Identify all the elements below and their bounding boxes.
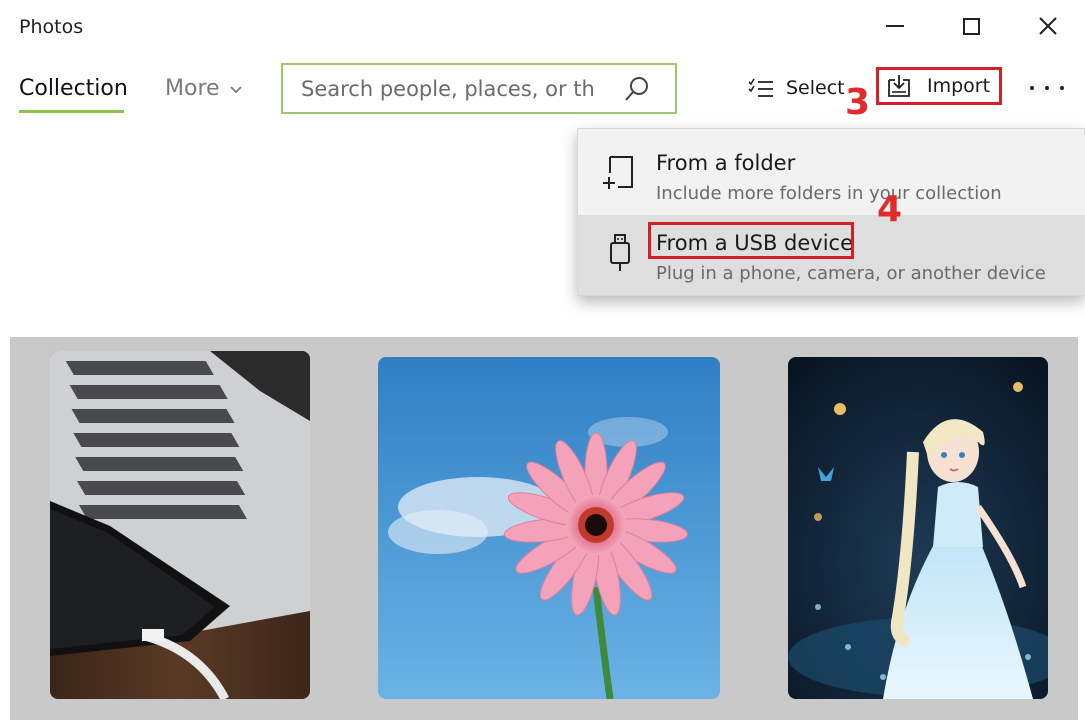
close-icon [1039,17,1057,35]
step-3-annotation: 3 [845,82,871,123]
usb-highlight-box [648,222,854,259]
tab-active-indicator [19,110,124,113]
menu-item-from-usb[interactable]: From a USB device Plug in a phone, camer… [578,215,1085,295]
search-box[interactable] [281,63,677,114]
menu-item-title: From a folder [656,151,796,175]
tab-more[interactable]: More [165,76,242,101]
laptop-image [50,351,310,699]
flower-image [378,357,720,699]
search-icon[interactable] [623,75,651,103]
import-button[interactable]: Import [876,67,1002,105]
select-button[interactable]: Select [748,74,845,102]
import-label: Import [927,75,991,97]
photo-princess[interactable] [788,357,1048,699]
tab-collection[interactable]: Collection [19,76,128,101]
menu-item-subtitle: Include more folders in your collection [656,183,1002,204]
photo-laptop[interactable] [50,351,310,699]
menu-item-from-folder[interactable]: From a folder Include more folders in yo… [578,135,1085,215]
select-label: Select [786,77,845,99]
photo-gallery [10,337,1078,720]
step-4-annotation: 4 [877,189,903,230]
select-list-icon [748,78,773,97]
close-button[interactable] [1025,8,1071,44]
chevron-down-icon [229,85,242,93]
app-title: Photos [19,16,84,38]
minimize-button[interactable] [872,8,918,44]
princess-image [788,357,1048,699]
add-folder-icon [603,156,633,189]
maximize-button[interactable] [948,8,994,44]
import-menu: From a folder Include more folders in yo… [577,128,1085,296]
more-options-button[interactable] [1030,74,1064,102]
usb-icon [610,234,630,271]
photo-flower[interactable] [378,357,720,699]
ellipsis-icon [1030,86,1034,90]
maximize-icon [962,17,980,35]
title-bar: Photos [0,0,1085,56]
minimize-icon [886,25,904,27]
import-icon [888,75,910,97]
menu-item-subtitle: Plug in a phone, camera, or another devi… [656,263,1046,284]
search-input[interactable] [301,75,601,103]
tab-more-label: More [165,76,220,101]
